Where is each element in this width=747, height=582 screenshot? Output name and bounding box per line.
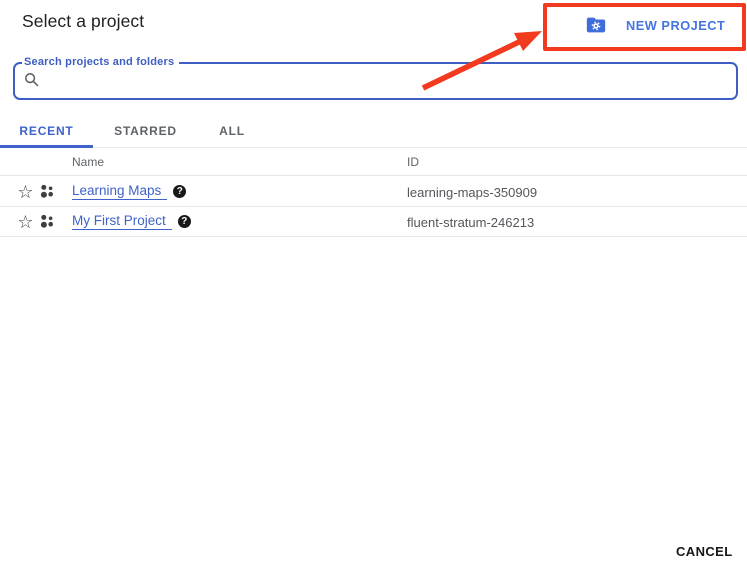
- tab-starred[interactable]: STARRED: [93, 115, 198, 147]
- column-header-id: ID: [407, 155, 419, 169]
- table-row[interactable]: ☆ Learning Maps ? learning-maps-350909: [0, 177, 747, 207]
- project-id: fluent-stratum-246213: [407, 215, 534, 230]
- new-project-label: NEW PROJECT: [626, 18, 725, 33]
- tab-bar: RECENT STARRED ALL: [0, 115, 747, 148]
- search-icon: [24, 72, 39, 87]
- tab-all-label: ALL: [219, 124, 245, 138]
- tab-recent-label: RECENT: [19, 124, 73, 138]
- project-icon: [39, 213, 56, 230]
- project-icon: [39, 183, 56, 200]
- tab-all[interactable]: ALL: [198, 115, 266, 147]
- project-link[interactable]: My First Project: [72, 213, 172, 230]
- column-header-name: Name: [72, 155, 104, 169]
- search-field: Search projects and folders: [13, 56, 738, 100]
- tab-recent[interactable]: RECENT: [0, 115, 93, 147]
- table-row[interactable]: ☆ My First Project ? fluent-stratum-2462…: [0, 207, 747, 237]
- help-icon[interactable]: ?: [173, 185, 186, 198]
- new-project-button[interactable]: NEW PROJECT: [585, 10, 725, 40]
- cancel-button[interactable]: CANCEL: [672, 542, 737, 561]
- help-icon[interactable]: ?: [178, 215, 191, 228]
- star-icon[interactable]: ☆: [17, 183, 34, 201]
- project-link[interactable]: Learning Maps: [72, 183, 167, 200]
- star-icon[interactable]: ☆: [17, 213, 34, 231]
- table-header: Name ID: [0, 148, 747, 176]
- search-input[interactable]: [47, 68, 736, 90]
- tab-starred-label: STARRED: [114, 124, 177, 138]
- project-picker-dialog: Select a project NEW PROJECT Search proj…: [0, 0, 747, 582]
- project-id: learning-maps-350909: [407, 185, 537, 200]
- page-title: Select a project: [22, 11, 144, 32]
- new-project-folder-gear-icon: [585, 14, 607, 36]
